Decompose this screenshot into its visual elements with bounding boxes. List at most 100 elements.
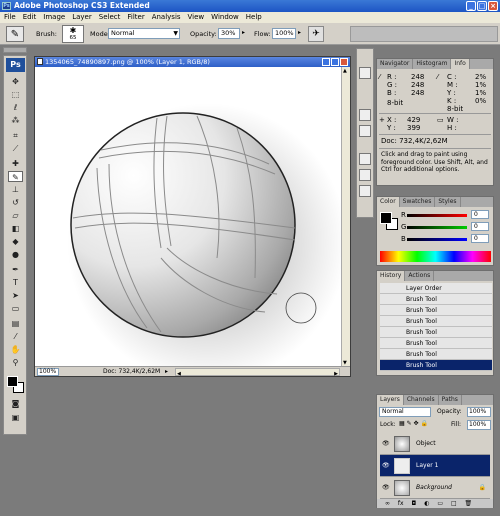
lock-icons[interactable]: ▦ ✎ ✥ 🔒	[399, 420, 428, 427]
tab-channels[interactable]: Channels	[404, 395, 439, 405]
brush-tool-preset-icon[interactable]: ✎	[6, 26, 24, 42]
layer-opacity-input[interactable]: 100%	[467, 407, 491, 417]
crop-tool-icon[interactable]: ⌗	[8, 130, 23, 141]
dock-icon-2[interactable]	[359, 109, 371, 121]
opacity-input[interactable]: 30%	[218, 28, 240, 39]
tab-color[interactable]: Color	[377, 197, 400, 207]
lasso-tool-icon[interactable]: ℓ	[8, 102, 23, 113]
color-r-slider[interactable]	[407, 214, 467, 217]
zoom-input[interactable]: 100%	[37, 368, 59, 376]
screen-mode-icon[interactable]: ▣	[8, 412, 23, 423]
layer-style-icon[interactable]: fx	[398, 500, 404, 507]
brush-preset-picker[interactable]: ✱ 65	[62, 25, 84, 43]
move-tool-icon[interactable]: ✥	[8, 76, 23, 87]
color-g-slider[interactable]	[407, 226, 467, 229]
type-tool-icon[interactable]: T	[8, 277, 23, 288]
magic-wand-tool-icon[interactable]: ⁂	[8, 115, 23, 126]
pen-tool-icon[interactable]: ✒	[8, 264, 23, 275]
color-g-input[interactable]: 0	[471, 222, 489, 231]
dock-icon-6[interactable]	[359, 185, 371, 197]
flow-input[interactable]: 100%	[272, 28, 296, 39]
document-maximize-button[interactable]	[331, 58, 339, 66]
dock-icon-4[interactable]	[359, 153, 371, 165]
color-b-slider[interactable]	[407, 238, 467, 241]
airbrush-icon[interactable]: ✈	[308, 26, 324, 42]
document-vertical-scrollbar[interactable]: ▲ ▼	[341, 67, 350, 367]
eraser-tool-icon[interactable]: ▱	[8, 210, 23, 221]
menu-help[interactable]: Help	[246, 12, 262, 23]
menu-window[interactable]: Window	[211, 12, 239, 23]
fill-input[interactable]: 100%	[467, 420, 491, 430]
layer-row-object[interactable]: 👁 Object	[380, 433, 490, 455]
opacity-arrow-icon[interactable]: ▸	[242, 29, 245, 36]
hand-tool-icon[interactable]: ✋	[8, 344, 23, 355]
tab-history[interactable]: History	[377, 271, 406, 281]
color-b-input[interactable]: 0	[471, 234, 489, 243]
scroll-left-icon[interactable]: ◀	[177, 369, 181, 379]
dock-icon-3[interactable]	[359, 125, 371, 137]
menu-file[interactable]: File	[4, 12, 16, 23]
trash-icon[interactable]: 🗑	[465, 500, 473, 507]
dock-icon-1[interactable]	[359, 67, 371, 79]
marquee-tool-icon[interactable]: ⬚	[8, 89, 23, 100]
clone-stamp-tool-icon[interactable]: ⊥	[8, 184, 23, 195]
link-layers-icon[interactable]: ∞	[385, 500, 390, 507]
minimize-button[interactable]: _	[466, 1, 476, 11]
menu-select[interactable]: Select	[99, 12, 121, 23]
menu-view[interactable]: View	[188, 12, 205, 23]
history-item[interactable]: Brush Tool	[380, 316, 492, 327]
color-foreground-swatch[interactable]	[380, 212, 392, 224]
dodge-tool-icon[interactable]: ●	[8, 249, 23, 260]
history-item[interactable]: Layer Order	[380, 283, 492, 294]
shape-tool-icon[interactable]: ▭	[8, 303, 23, 314]
history-item[interactable]: Brush Tool	[380, 327, 492, 338]
notes-tool-icon[interactable]: ▤	[8, 318, 23, 329]
tab-swatches[interactable]: Swatches	[400, 197, 436, 207]
layer-row-layer-1[interactable]: 👁 Layer 1	[380, 455, 490, 477]
menu-edit[interactable]: Edit	[23, 12, 37, 23]
color-r-input[interactable]: 0	[471, 210, 489, 219]
new-group-icon[interactable]: ▭	[437, 500, 443, 507]
status-menu-arrow-icon[interactable]: ▸	[165, 367, 168, 377]
tab-styles[interactable]: Styles	[435, 197, 461, 207]
canvas[interactable]	[37, 68, 347, 383]
brush-tool-icon[interactable]: ✎	[8, 171, 23, 182]
tab-info[interactable]: Info	[451, 59, 470, 69]
history-brush-tool-icon[interactable]: ↺	[8, 197, 23, 208]
eye-icon[interactable]: 👁	[382, 477, 390, 499]
mode-select[interactable]: Normal ▼	[108, 28, 180, 39]
adjustment-layer-icon[interactable]: ◐	[424, 500, 429, 507]
zoom-tool-icon[interactable]: ⚲	[8, 357, 23, 368]
history-item[interactable]: Brush Tool	[380, 349, 492, 360]
foreground-color-swatch[interactable]	[7, 376, 18, 387]
healing-brush-tool-icon[interactable]: ✚	[8, 158, 23, 169]
tab-paths[interactable]: Paths	[439, 395, 462, 405]
document-horizontal-scrollbar[interactable]: ◀ ▶	[175, 368, 340, 379]
menu-image[interactable]: Image	[43, 12, 65, 23]
history-item[interactable]: Brush Tool	[380, 305, 492, 316]
menu-layer[interactable]: Layer	[72, 12, 92, 23]
menu-analysis[interactable]: Analysis	[152, 12, 181, 23]
scroll-right-icon[interactable]: ▶	[334, 369, 338, 379]
quick-mask-icon[interactable]: ◙	[8, 398, 23, 409]
maximize-button[interactable]: □	[477, 1, 487, 11]
eye-icon[interactable]: 👁	[382, 433, 390, 455]
gradient-tool-icon[interactable]: ◧	[8, 223, 23, 234]
new-layer-icon[interactable]: □	[451, 500, 457, 507]
close-button[interactable]: ×	[488, 1, 498, 11]
document-close-button[interactable]	[340, 58, 348, 66]
scroll-up-icon[interactable]: ▲	[343, 68, 347, 74]
color-spectrum-bar[interactable]	[380, 251, 491, 262]
eye-icon[interactable]: 👁	[382, 455, 390, 477]
eyedropper-tool-icon[interactable]: ⁄	[8, 331, 23, 342]
history-item[interactable]: Brush Tool	[380, 294, 492, 305]
flow-arrow-icon[interactable]: ▸	[298, 29, 301, 36]
layer-blend-mode-select[interactable]: Normal	[379, 407, 431, 417]
menu-filter[interactable]: Filter	[127, 12, 144, 23]
tab-layers[interactable]: Layers	[377, 395, 404, 405]
tab-actions[interactable]: Actions	[405, 271, 435, 281]
layer-mask-icon[interactable]: ◘	[412, 500, 417, 507]
slice-tool-icon[interactable]: ⟋	[8, 143, 23, 154]
history-item-selected[interactable]: Brush Tool	[380, 360, 492, 371]
history-item[interactable]: Brush Tool	[380, 338, 492, 349]
